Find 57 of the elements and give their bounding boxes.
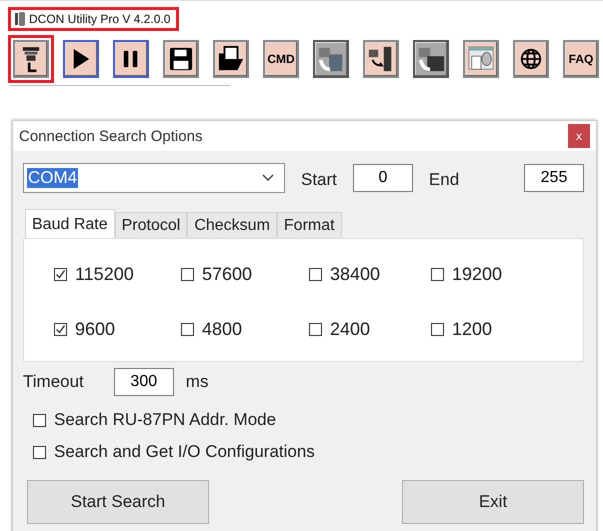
end-field[interactable]: 255 <box>524 164 584 192</box>
filter-icon <box>21 45 41 73</box>
pause-button[interactable] <box>113 40 149 78</box>
dialog-title: Connection Search Options <box>19 128 202 144</box>
close-button[interactable]: x <box>568 124 590 148</box>
timeout-field[interactable]: 300 <box>114 368 174 396</box>
checkbox-label: 57600 <box>202 264 252 285</box>
folder-icon <box>217 46 245 72</box>
dialog-button[interactable]: Exit <box>402 480 584 524</box>
checkbox-label: 2400 <box>330 319 370 340</box>
app-icon <box>15 12 25 26</box>
dialog-button[interactable]: Start Search <box>27 480 209 524</box>
tab[interactable]: Checksum <box>187 212 277 238</box>
play-icon <box>71 47 91 71</box>
checkbox[interactable] <box>309 268 322 281</box>
checkbox[interactable] <box>309 323 322 336</box>
rack-button[interactable] <box>413 40 449 78</box>
module-button[interactable] <box>313 40 349 78</box>
chevron-down-icon <box>262 174 274 182</box>
checkbox[interactable] <box>181 323 194 336</box>
open-button[interactable] <box>213 40 249 78</box>
checkbox[interactable] <box>181 268 194 281</box>
start-label: Start <box>301 170 337 190</box>
transfer-button[interactable] <box>363 40 399 78</box>
checkbox-label: 115200 <box>75 264 134 285</box>
checkbox[interactable] <box>431 268 444 281</box>
toolbar-button[interactable]: CMD <box>263 40 299 78</box>
checkbox[interactable] <box>431 323 444 336</box>
checkbox-label: 19200 <box>452 264 502 285</box>
checkbox-label: 9600 <box>75 319 116 340</box>
checkbox[interactable] <box>33 414 46 426</box>
checkbox-label: Search and Get I/O Configurations <box>54 442 315 462</box>
rack-icon <box>417 45 445 73</box>
checkbox[interactable] <box>54 268 67 281</box>
unit-label: ms <box>186 372 208 392</box>
database-button[interactable] <box>463 40 499 78</box>
checkbox-label: 1200 <box>452 319 492 340</box>
checkbox-label: 38400 <box>330 264 380 285</box>
checkbox-label: 4800 <box>202 319 242 340</box>
pause-icon <box>122 48 140 70</box>
checkbox-label: Search RU-87PN Addr. Mode <box>54 410 276 430</box>
globe-icon <box>519 47 543 71</box>
port-dropdown[interactable]: COM4 <box>23 163 285 193</box>
timeout-label: Timeout <box>23 372 84 392</box>
globe-button[interactable] <box>513 40 549 78</box>
start-field[interactable]: 0 <box>352 164 413 192</box>
checkbox[interactable] <box>54 323 67 336</box>
tab[interactable]: Baud Rate <box>25 209 115 238</box>
tab[interactable]: Protocol <box>114 212 188 238</box>
tab[interactable]: Format <box>276 212 342 238</box>
module-icon <box>317 45 345 73</box>
end-label: End <box>428 170 460 190</box>
save-button[interactable] <box>163 40 199 78</box>
checkbox[interactable] <box>33 446 46 458</box>
play-button[interactable] <box>63 40 99 78</box>
toolbar-button[interactable]: FAQ <box>563 40 599 78</box>
window-title: DCON Utility Pro V 4.2.0.0 <box>29 12 170 26</box>
